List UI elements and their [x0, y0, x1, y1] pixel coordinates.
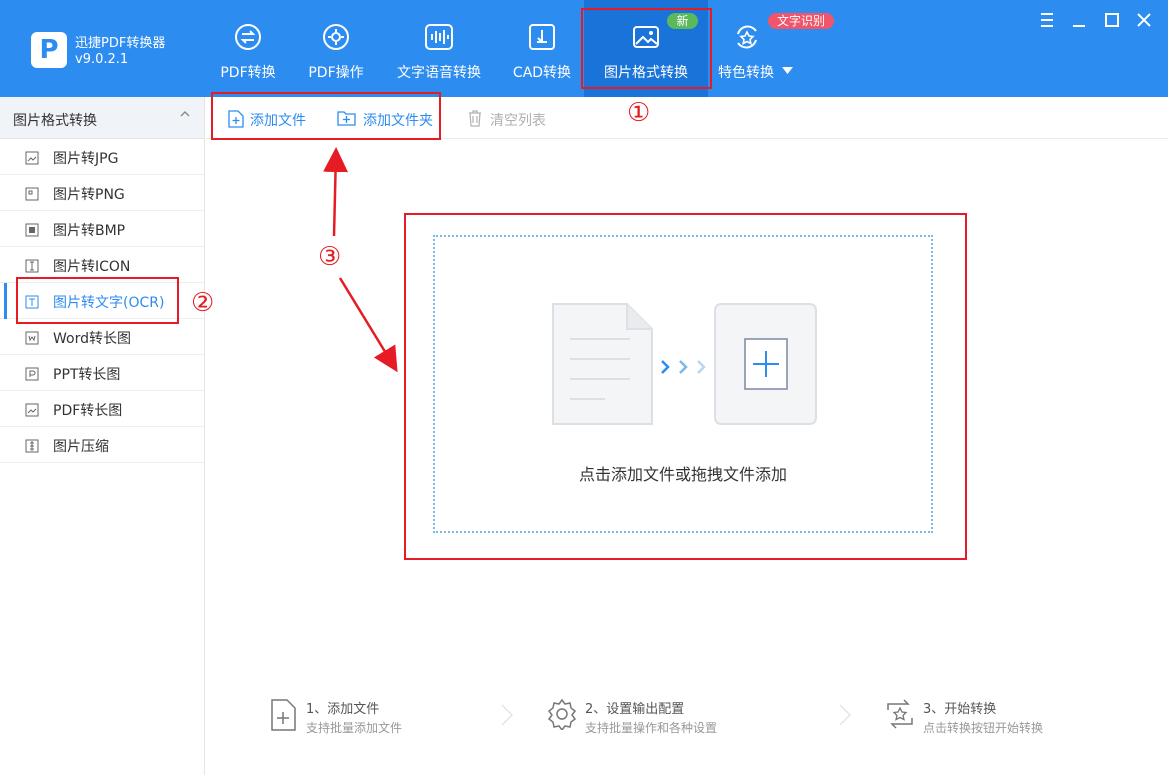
app-window: P 迅捷PDF转换器 v9.0.2.1 PDF转换 PDF操作 文字语音转换 C…	[0, 0, 1168, 775]
annotation-arrows	[323, 147, 398, 373]
